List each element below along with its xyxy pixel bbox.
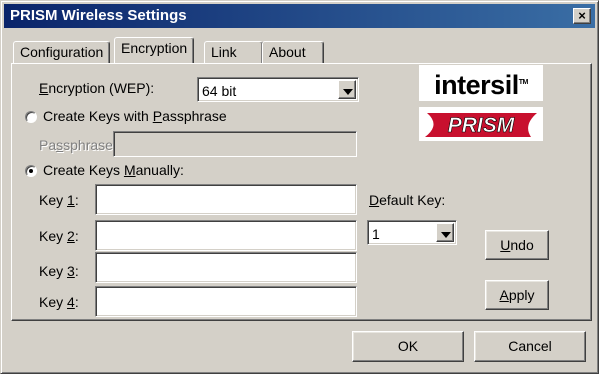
tab-link[interactable]: Link xyxy=(204,41,263,63)
tab-configuration[interactable]: Configuration xyxy=(13,41,111,63)
key-1-input[interactable] xyxy=(95,184,357,215)
close-icon: × xyxy=(578,8,586,23)
tab-label: Link xyxy=(211,44,237,60)
close-button[interactable]: × xyxy=(573,8,591,24)
default-key-value: 1 xyxy=(372,226,380,242)
key-4-label: Key 4: xyxy=(39,294,79,310)
window-title: PRISM Wireless Settings xyxy=(10,7,187,24)
prism-logo: PRISM xyxy=(419,107,543,141)
create-keys-passphrase-radio[interactable] xyxy=(25,111,37,123)
key-4-input[interactable] xyxy=(95,286,357,317)
cancel-label: Cancel xyxy=(508,338,552,354)
key-3-label: Key 3: xyxy=(39,263,79,279)
apply-button[interactable]: Apply xyxy=(485,280,549,310)
ok-button[interactable]: OK xyxy=(352,331,464,362)
ok-label: OK xyxy=(397,338,419,354)
chevron-down-icon[interactable] xyxy=(338,80,356,99)
cancel-button[interactable]: Cancel xyxy=(474,331,586,362)
passphrase-input[interactable] xyxy=(113,131,357,157)
tab-label: Encryption xyxy=(121,40,188,56)
key-2-label: Key 2: xyxy=(39,228,79,244)
svg-text:PRISM: PRISM xyxy=(448,114,515,137)
encryption-select[interactable]: 64 bit xyxy=(197,77,359,102)
chevron-down-icon[interactable] xyxy=(436,223,454,242)
dialog-window: PRISM Wireless Settings × Configuration … xyxy=(0,0,599,374)
key-3-input[interactable] xyxy=(95,252,357,283)
encryption-label: Encryption (WEP): xyxy=(39,80,155,96)
tab-about[interactable]: About xyxy=(262,41,324,63)
title-bar[interactable]: PRISM Wireless Settings × xyxy=(4,4,595,28)
passphrase-label: Passphrase: xyxy=(39,137,117,153)
create-keys-manually-label[interactable]: Create Keys Manually: xyxy=(43,162,184,178)
tab-label: About xyxy=(269,44,306,60)
create-keys-passphrase-label[interactable]: Create Keys with Passphrase xyxy=(43,108,227,124)
undo-button[interactable]: Undo xyxy=(485,230,549,260)
tab-label: Configuration xyxy=(20,44,104,60)
tab-encryption[interactable]: Encryption xyxy=(114,37,195,63)
intersil-logo: intersilTM xyxy=(419,65,543,101)
create-keys-manually-radio[interactable] xyxy=(25,165,37,177)
key-1-label: Key 1: xyxy=(39,192,79,208)
encryption-value: 64 bit xyxy=(202,83,237,99)
default-key-select[interactable]: 1 xyxy=(367,220,457,245)
key-2-input[interactable] xyxy=(95,220,357,251)
default-key-label: Default Key: xyxy=(369,192,446,208)
